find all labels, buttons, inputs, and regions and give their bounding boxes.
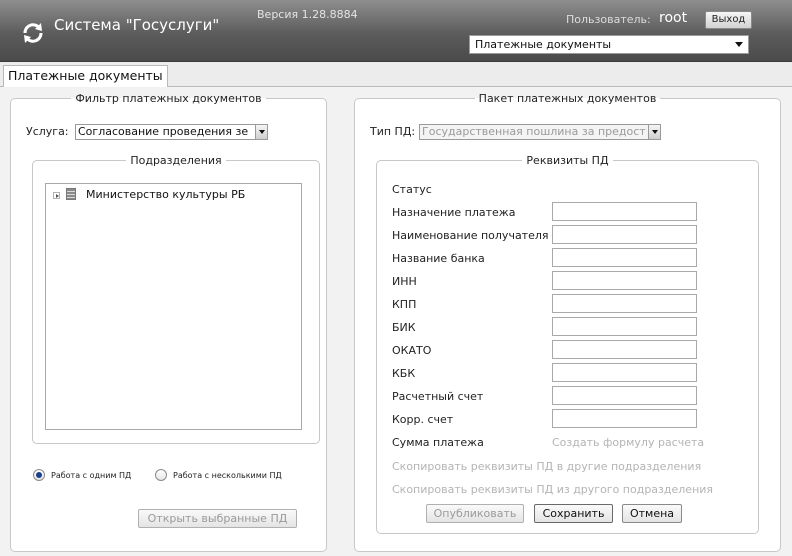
subdivisions-legend: Подразделения [130,154,222,167]
field-label: КПП [392,298,417,311]
tab-payment-documents[interactable]: Платежные документы [3,65,168,88]
bank-name-input[interactable] [552,248,697,267]
filter-legend: Фильтр платежных документов [75,92,262,105]
field-label: КБК [392,367,416,380]
logout-button[interactable]: Выход [705,11,752,29]
user-label: Пользователь: [566,13,651,26]
tab-bar: Платежные документы [0,63,792,88]
field-label: ОКАТО [392,344,432,357]
field-label: Назначение платежа [392,206,516,219]
app-header: Система "Госуслуги" Версия 1.28.8884 Пол… [0,0,792,62]
publish-button[interactable]: Опубликовать [426,504,524,523]
service-label: Услуга: [26,125,69,138]
mode-single-radio[interactable] [33,469,45,481]
section-select-value: Платежные документы [475,38,612,51]
type-select-value: Государственная пошлина за предост [422,125,646,138]
type-label: Тип ПД: [370,125,416,138]
service-select-value: Согласование проведения зе [78,125,249,138]
refresh-logo-icon [23,23,43,43]
type-select[interactable]: Государственная пошлина за предост [419,124,661,140]
expand-icon[interactable] [53,192,60,199]
create-formula-link[interactable]: Создать формулу расчета [552,436,704,449]
inn-input[interactable] [552,271,697,290]
corr-account-input[interactable] [552,409,697,428]
requisites-fieldset: Реквизиты ПД Статус Назначение платежа Н… [376,154,759,534]
okato-input[interactable] [552,340,697,359]
dropdown-arrow-icon[interactable] [255,125,267,139]
field-label: Корр. счет [392,413,454,426]
app-title: Система "Госуслуги" [54,16,220,34]
recipient-name-input[interactable] [552,225,697,244]
field-label: Название банка [392,252,485,265]
section-select[interactable]: Платежные документы [469,35,749,54]
package-fieldset: Пакет платежных документов Тип ПД: Госуд… [354,92,781,552]
cancel-button[interactable]: Отмена [622,504,682,523]
bik-input[interactable] [552,317,697,336]
user-name: root [659,10,688,26]
requisites-legend: Реквизиты ПД [526,154,609,167]
service-select[interactable]: Согласование проведения зе [75,124,268,140]
chevron-down-icon [735,42,743,47]
mode-multi-label: Работа с несколькими ПД [173,471,282,480]
filter-fieldset: Фильтр платежных документов Услуга: Согл… [10,92,327,552]
subdivisions-fieldset: Подразделения Министерство культуры РБ [32,154,320,444]
kbk-input[interactable] [552,363,697,382]
account-input[interactable] [552,386,697,405]
status-label: Статус [392,183,432,196]
field-label: БИК [392,321,416,334]
dropdown-arrow-icon[interactable] [648,125,660,139]
mode-single-label: Работа с одним ПД [51,471,132,480]
payment-purpose-input[interactable] [552,202,697,221]
copy-to-other-link[interactable]: Скопировать реквизиты ПД в другие подраз… [392,460,701,473]
field-label: ИНН [392,275,417,288]
copy-from-other-link[interactable]: Скопировать реквизиты ПД из другого подр… [392,483,713,496]
kpp-input[interactable] [552,294,697,313]
mode-multi-radio[interactable] [155,469,167,481]
field-label: Наименование получателя [392,229,549,242]
sum-label: Сумма платежа [392,436,484,449]
tree-item[interactable]: Министерство культуры РБ [86,188,245,201]
open-selected-button[interactable]: Открыть выбранные ПД [138,509,297,528]
main-content: Фильтр платежных документов Услуга: Согл… [0,87,792,556]
subdivisions-tree[interactable]: Министерство культуры РБ [45,183,302,430]
field-label: Расчетный счет [392,390,484,403]
building-icon [66,188,76,200]
version-label: Версия 1.28.8884 [257,8,358,21]
package-legend: Пакет платежных документов [478,92,657,105]
save-button[interactable]: Сохранить [534,504,613,523]
